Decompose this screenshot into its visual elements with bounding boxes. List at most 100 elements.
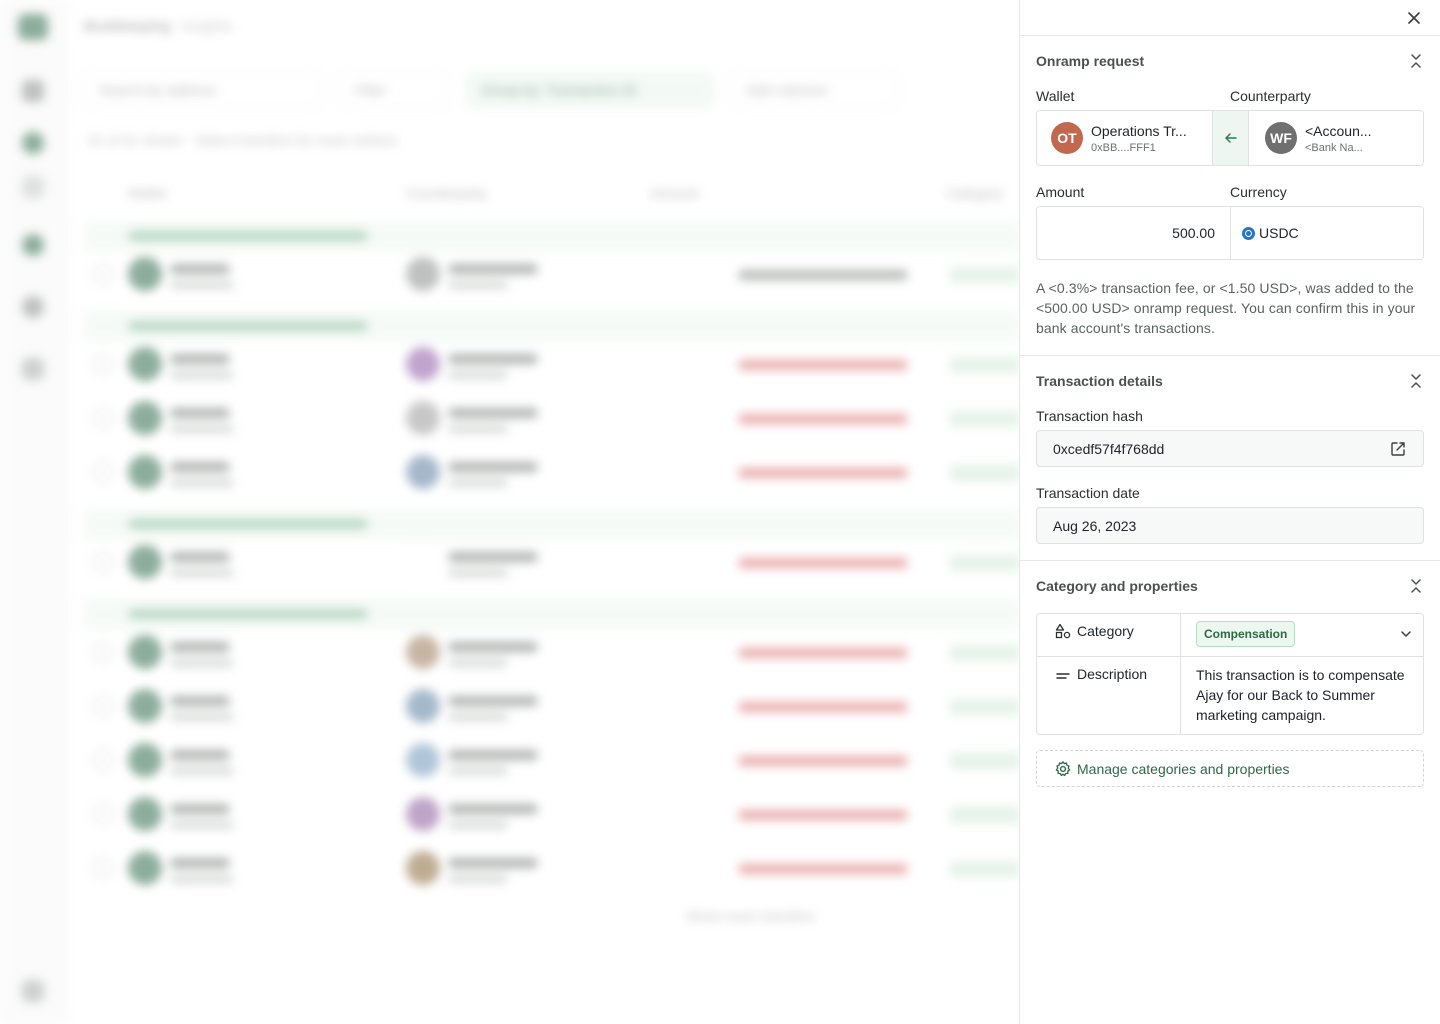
avatar [406, 689, 440, 723]
sidebar-icon[interactable] [22, 296, 44, 318]
counterparty-address [448, 281, 508, 289]
transaction-hash-field[interactable]: 0xcedf57f4f768dd [1036, 430, 1424, 467]
counterparty-name [448, 264, 538, 274]
show-more-link[interactable]: Show more transfers [686, 908, 815, 924]
row-checkbox[interactable] [94, 463, 112, 481]
text-lines-icon [1056, 673, 1070, 679]
row-checkbox[interactable] [94, 355, 112, 373]
collapse-icon[interactable] [1408, 576, 1424, 596]
transaction-hash-label: Transaction hash [1036, 408, 1143, 424]
currency-value: USDC [1259, 225, 1299, 241]
edit-columns-button[interactable]: Edit columns [732, 72, 898, 108]
sidebar-icon[interactable] [22, 176, 44, 198]
category-tag [950, 411, 1020, 427]
category-tag [950, 555, 1020, 571]
transaction-date-field[interactable]: Aug 26, 2023 [1036, 507, 1424, 544]
row-checkbox[interactable] [94, 265, 112, 283]
wallet-name [170, 750, 230, 760]
counterparty-name [448, 750, 538, 760]
table-row[interactable] [84, 392, 1020, 446]
wallet-name [170, 462, 230, 472]
chevron-down-icon[interactable] [1399, 627, 1413, 641]
table-row[interactable] [84, 248, 1020, 302]
category-label: Category [1077, 623, 1134, 639]
category-select[interactable]: Compensation [1181, 614, 1423, 656]
counterparty-address [448, 767, 508, 775]
description-label: Description [1077, 666, 1148, 682]
category-tag [950, 699, 1020, 715]
direction-indicator [1213, 111, 1249, 165]
description-key: Description [1037, 657, 1181, 734]
shapes-icon [1055, 623, 1071, 639]
sidebar-icon[interactable] [22, 80, 44, 102]
column-header[interactable]: Amount [650, 185, 698, 201]
column-header[interactable]: Counterparty [406, 185, 487, 201]
row-checkbox[interactable] [94, 751, 112, 769]
table-row[interactable] [84, 626, 1020, 680]
transaction-hash-value: 0xcedf57f4f768dd [1053, 440, 1165, 457]
table-row[interactable] [84, 536, 1020, 590]
column-header[interactable]: Category [946, 185, 1003, 201]
table-row[interactable] [84, 338, 1020, 392]
amount [738, 756, 908, 766]
sidebar-icon[interactable] [22, 980, 44, 1002]
transaction-date-value: Aug 26, 2023 [1053, 517, 1137, 534]
close-icon[interactable] [1404, 8, 1424, 28]
amount [738, 810, 908, 820]
sidebar-icon[interactable] [22, 132, 44, 154]
table-row[interactable] [84, 680, 1020, 734]
group-by-button[interactable]: Group by: Transaction ID [466, 72, 714, 108]
avatar [128, 401, 162, 435]
wallet-chip[interactable]: OT Operations Tr... 0xBB....FFF1 [1037, 111, 1213, 165]
search-input[interactable]: Search by address [84, 72, 322, 108]
amount-label: Amount [1036, 184, 1085, 200]
collapse-icon[interactable] [1408, 371, 1424, 391]
wallet-label: Wallet [1036, 88, 1075, 104]
amount [738, 468, 908, 478]
row-checkbox[interactable] [94, 805, 112, 823]
counterparty-name [448, 354, 538, 364]
counterparty-chip[interactable]: WF <Accoun... <Bank Na... [1249, 111, 1423, 165]
row-checkbox[interactable] [94, 859, 112, 877]
row-checkbox[interactable] [94, 643, 112, 661]
breadcrumb-item[interactable]: Bookkeeping [84, 18, 171, 35]
counterparty-name [448, 552, 538, 562]
manage-categories-button[interactable]: Manage categories and properties [1036, 750, 1424, 787]
collapse-icon[interactable] [1408, 51, 1424, 71]
currency-field[interactable]: USDC [1231, 207, 1423, 259]
sidebar-icon[interactable] [22, 234, 44, 256]
wallet-counterparty-field: OT Operations Tr... 0xBB....FFF1 WF <Acc… [1036, 110, 1424, 166]
table-header: Wallet Counterparty Amount Category [84, 176, 1020, 212]
wallet-address [170, 479, 234, 487]
row-checkbox[interactable] [94, 409, 112, 427]
sidebar-icon[interactable] [22, 358, 44, 380]
counterparty-name [448, 462, 538, 472]
amount [738, 360, 908, 370]
row-checkbox[interactable] [94, 697, 112, 715]
table-row[interactable] [84, 842, 1020, 896]
table-row[interactable] [84, 788, 1020, 842]
counterparty-address [448, 371, 508, 379]
transaction-details-section: Transaction details Transaction hash 0xc… [1020, 356, 1440, 561]
breadcrumb-item[interactable]: Insights [181, 18, 233, 35]
table-row[interactable] [84, 734, 1020, 788]
amount-field[interactable]: 500.00 [1037, 207, 1231, 259]
avatar [128, 797, 162, 831]
app-logo [18, 14, 48, 40]
group-label [128, 609, 368, 619]
avatar [128, 545, 162, 579]
wallet-address [170, 821, 234, 829]
external-link-icon[interactable] [1389, 440, 1407, 458]
wallet-name [170, 804, 230, 814]
filter-button[interactable]: Filter [340, 72, 448, 108]
avatar [406, 635, 440, 669]
onramp-section: Onramp request Wallet Counterparty OT Op… [1020, 36, 1440, 356]
transaction-date-label: Transaction date [1036, 485, 1140, 501]
table-row[interactable] [84, 446, 1020, 500]
description-field[interactable]: This transaction is to compensate Ajay f… [1181, 657, 1423, 734]
row-checkbox[interactable] [94, 553, 112, 571]
category-badge[interactable]: Compensation [1196, 621, 1296, 647]
column-header[interactable]: Wallet [128, 185, 166, 201]
section-title: Onramp request [1036, 53, 1145, 69]
avatar [406, 743, 440, 777]
